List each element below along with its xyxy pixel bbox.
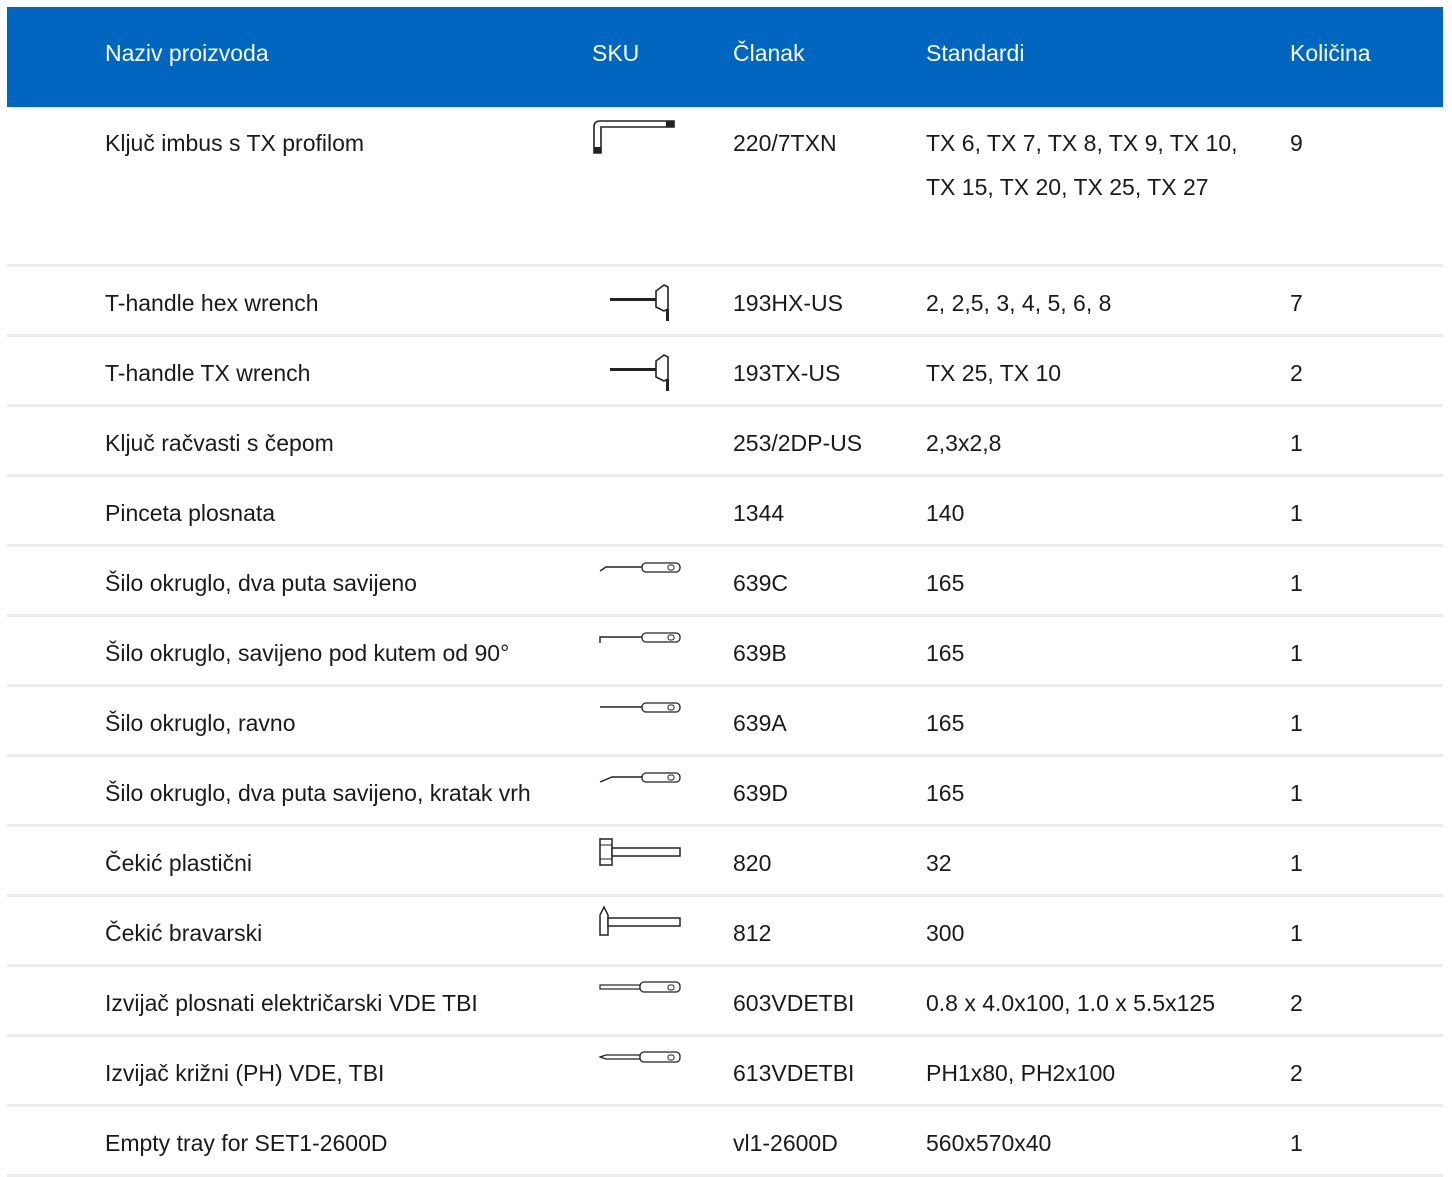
article-number: 603VDETBI	[733, 990, 855, 1016]
article-number: 812	[733, 920, 772, 946]
flat-screwdriver-icon	[592, 975, 682, 999]
product-name: Izvijač plosnati električarski VDE TBI	[105, 990, 478, 1016]
table-row: Ključ račvasti s čepom 253/2DP-US 2,3x2,8 1	[7, 407, 1443, 477]
product-name: Izvijač križni (PH) VDE, TBI	[105, 1060, 385, 1086]
table-row: Šilo okruglo, dva puta savijeno, kratak …	[7, 757, 1443, 827]
table-row: Ključ imbus s TX profilom 220/7TXN TX 6, T…	[7, 107, 1443, 267]
quantity-value: 2	[1290, 360, 1303, 386]
phillips-screwdriver-icon	[592, 1045, 682, 1069]
standards-value: 0.8 x 4.0x100, 1.0 x 5.5x125	[926, 990, 1215, 1016]
standards-value: TX 6, TX 7, TX 8, TX 9, TX 10, TX 15, TX…	[926, 130, 1238, 200]
product-name: Čekić bravarski	[105, 920, 263, 946]
table-row: T-handle hex wrench 193HX-US 2, 2,5, 3, 4,…	[7, 267, 1443, 337]
header-name: Naziv proizvoda	[105, 40, 269, 66]
article-number: 253/2DP-US	[733, 430, 863, 456]
quantity-value: 1	[1290, 570, 1303, 596]
article-number: 639C	[733, 570, 788, 596]
standards-value: TX 25, TX 10	[926, 360, 1062, 386]
quantity-value: 1	[1290, 640, 1303, 666]
table-row: Empty tray for SET1-2600D vl1-2600D 560x57…	[7, 1107, 1443, 1177]
t-handle-icon	[592, 279, 682, 323]
product-name: Ključ račvasti s čepom	[105, 430, 334, 456]
article-number: 1344	[733, 500, 785, 526]
header-sku: SKU	[592, 40, 640, 66]
table-row: T-handle TX wrench 193TX-US TX 25, TX 10 2	[7, 337, 1443, 407]
product-name: Čekić plastični	[105, 850, 252, 876]
quantity-value: 1	[1290, 920, 1303, 946]
standards-value: 300	[926, 920, 965, 946]
table-header: Naziv proizvoda SKU Članak Standardi Kol…	[7, 7, 1443, 107]
article-number: 639D	[733, 780, 788, 806]
header-qty: Količina	[1290, 40, 1371, 66]
product-name: T-handle hex wrench	[105, 290, 319, 316]
t-handle-icon	[592, 349, 682, 393]
standards-value: 165	[926, 640, 965, 666]
table-row: Šilo okruglo, savijeno pod kutem od 90° 6…	[7, 617, 1443, 687]
quantity-value: 1	[1290, 1130, 1303, 1156]
table-row: Izvijač križni (PH) VDE, TBI 613VDETBI PH1…	[7, 1037, 1443, 1107]
article-number: vl1-2600D	[733, 1130, 838, 1156]
plastic-hammer-icon	[592, 835, 682, 869]
article-number: 639A	[733, 710, 787, 736]
table-row: Pinceta plosnata 1344 140 1	[7, 477, 1443, 547]
article-number: 613VDETBI	[733, 1060, 855, 1086]
article-number: 193TX-US	[733, 360, 841, 386]
l-key-icon	[592, 117, 682, 157]
product-name: T-handle TX wrench	[105, 360, 311, 386]
awl-double-bent-icon	[592, 555, 682, 579]
quantity-value: 1	[1290, 710, 1303, 736]
quantity-value: 1	[1290, 780, 1303, 806]
product-name: Šilo okruglo, dva puta savijeno	[105, 570, 417, 596]
header-standards: Standardi	[926, 40, 1025, 66]
quantity-value: 2	[1290, 1060, 1303, 1086]
standards-value: 560x570x40	[926, 1130, 1052, 1156]
standards-value: 140	[926, 500, 965, 526]
product-name: Šilo okruglo, savijeno pod kutem od 90°	[105, 640, 510, 666]
quantity-value: 7	[1290, 290, 1303, 316]
product-name: Empty tray for SET1-2600D	[105, 1130, 388, 1156]
product-name: Šilo okruglo, dva puta savijeno, kratak …	[105, 780, 531, 806]
quantity-value: 9	[1290, 130, 1303, 156]
quantity-value: 2	[1290, 990, 1303, 1016]
table-row: Čekić bravarski 812 300 1	[7, 897, 1443, 967]
article-number: 639B	[733, 640, 787, 666]
quantity-value: 1	[1290, 500, 1303, 526]
table-row: Čekić plastični 820 32 1	[7, 827, 1443, 897]
quantity-value: 1	[1290, 430, 1303, 456]
standards-value: 165	[926, 780, 965, 806]
standards-value: 165	[926, 570, 965, 596]
locksmith-hammer-icon	[592, 905, 682, 939]
article-number: 820	[733, 850, 772, 876]
table-row: Šilo okruglo, dva puta savijeno 639C 165 1	[7, 547, 1443, 617]
product-name: Šilo okruglo, ravno	[105, 710, 296, 736]
product-name: Pinceta plosnata	[105, 500, 276, 526]
standards-value: 32	[926, 850, 952, 876]
product-table: Naziv proizvoda SKU Članak Standardi Kol…	[7, 7, 1443, 1177]
standards-value: 2,3x2,8	[926, 430, 1002, 456]
awl-double-bent-short-icon	[592, 765, 682, 789]
article-number: 193HX-US	[733, 290, 843, 316]
article-number: 220/7TXN	[733, 130, 837, 156]
standards-value: 165	[926, 710, 965, 736]
table-body: Ključ imbus s TX profilom 220/7TXN TX 6, T…	[7, 107, 1443, 1177]
product-name: Ključ imbus s TX profilom	[105, 130, 365, 156]
awl-90-icon	[592, 625, 682, 649]
awl-straight-icon	[592, 695, 682, 719]
quantity-value: 1	[1290, 850, 1303, 876]
table-row: Izvijač plosnati električarski VDE TBI 60…	[7, 967, 1443, 1037]
header-article: Članak	[733, 40, 805, 66]
standards-value: PH1x80, PH2x100	[926, 1060, 1116, 1086]
table-row: Šilo okruglo, ravno 639A 165 1	[7, 687, 1443, 757]
standards-value: 2, 2,5, 3, 4, 5, 6, 8	[926, 290, 1112, 316]
